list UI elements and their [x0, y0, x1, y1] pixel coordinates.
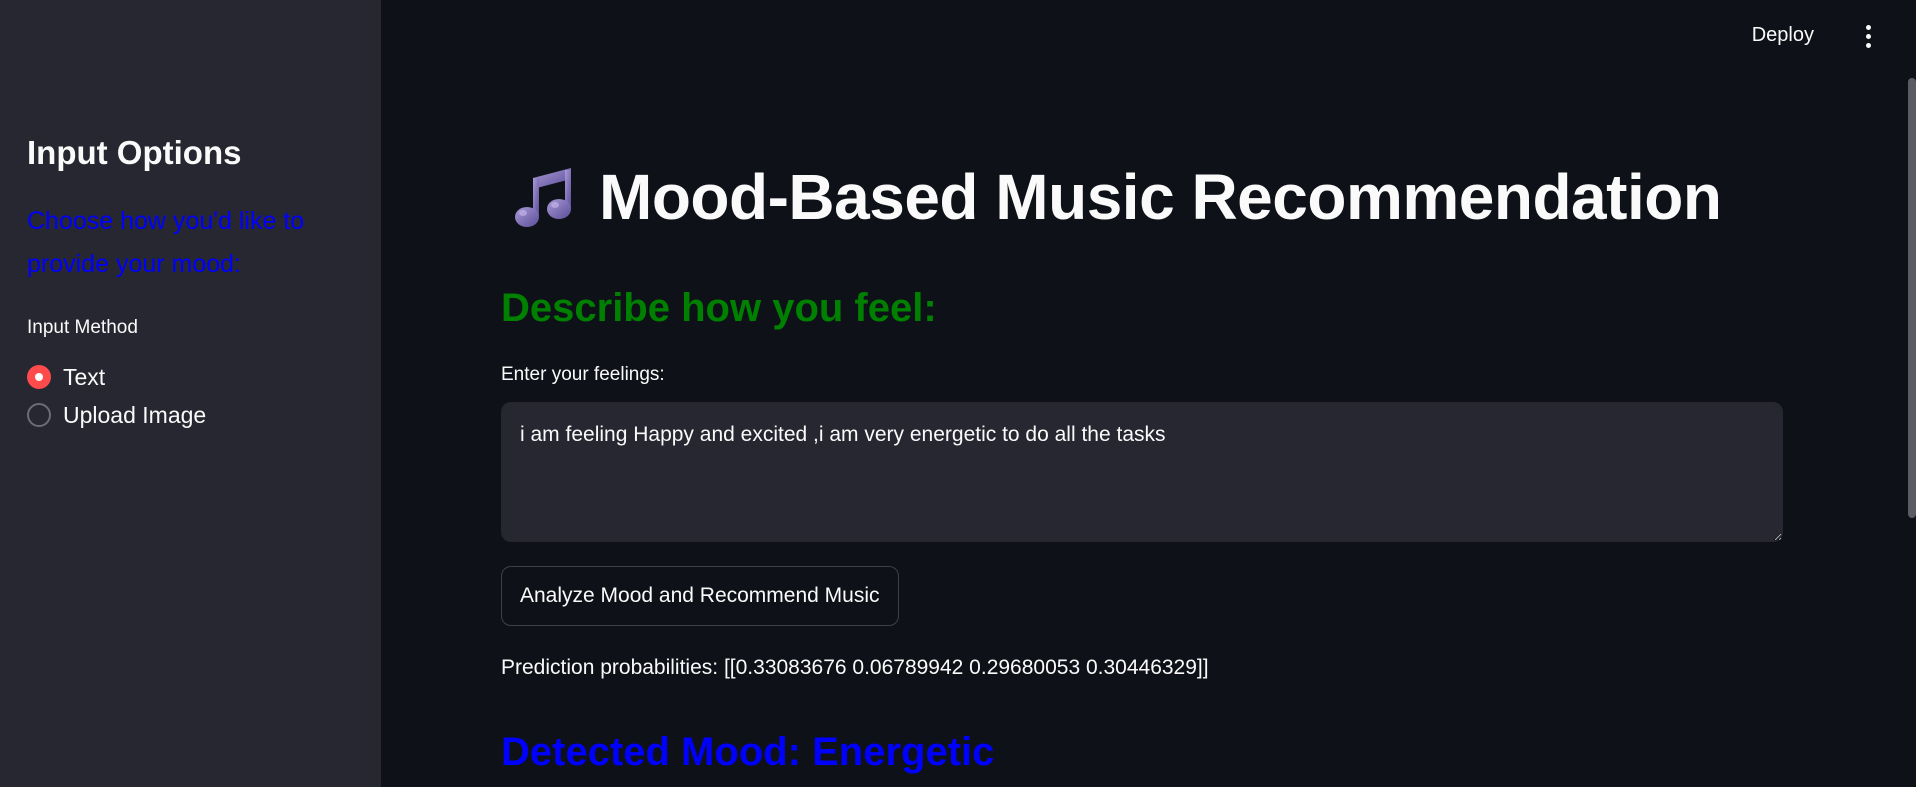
radio-option-label[interactable]: Upload Image: [63, 402, 206, 429]
page-title: Mood-Based Music Recommendation: [599, 161, 1722, 233]
menu-dot: [1865, 42, 1871, 48]
detected-mood-heading: Detected Mood: Energetic: [501, 730, 995, 774]
radio-option-label[interactable]: Text: [63, 364, 105, 391]
prediction-probabilities-text: Prediction probabilities: [[0.33083676 0…: [501, 656, 1209, 679]
sidebar-title: Input Options: [27, 134, 242, 171]
radio-unselected-icon[interactable]: [27, 403, 51, 427]
kebab-menu-icon[interactable]: [1856, 20, 1880, 52]
input-method-label: Input Method: [27, 317, 138, 338]
analyze-mood-button[interactable]: Analyze Mood and Recommend Music: [501, 566, 899, 626]
sidebar: Input Options Choose how you'd like to p…: [0, 0, 381, 787]
musical-notes-icon: [515, 168, 571, 227]
feelings-textarea[interactable]: i am feeling Happy and excited ,i am ver…: [501, 402, 1783, 542]
radio-selected-icon[interactable]: [27, 365, 51, 389]
feelings-label: Enter your feelings:: [501, 364, 665, 385]
page-title-row: Mood-Based Music Recommendation: [511, 160, 1722, 234]
describe-feel-subheader: Describe how you feel:: [501, 286, 937, 330]
menu-dot: [1865, 24, 1871, 30]
main-content: Mood-Based Music Recommendation Describe…: [501, 0, 1783, 787]
radio-option-upload-image[interactable]: Upload Image: [27, 396, 206, 434]
vertical-scrollbar[interactable]: [1908, 78, 1916, 518]
radio-option-text[interactable]: Text: [27, 358, 206, 396]
input-method-radio-group: Text Upload Image: [27, 358, 206, 434]
app-root: Input Options Choose how you'd like to p…: [0, 0, 1916, 787]
sidebar-description: Choose how you'd like to provide your mo…: [27, 207, 305, 278]
menu-dot: [1865, 33, 1871, 39]
